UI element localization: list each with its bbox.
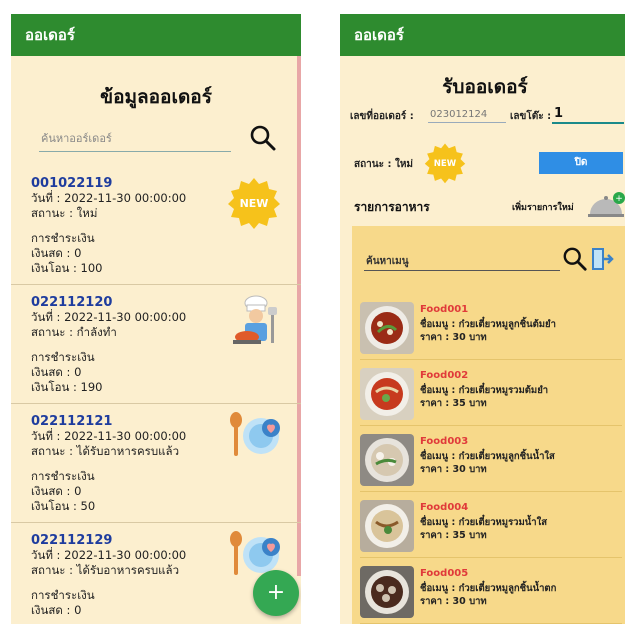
food-thumbnail [360, 368, 414, 420]
svg-text:+: + [615, 194, 623, 204]
food-code: Food002 [420, 370, 469, 381]
menu-item[interactable]: Food002 ชื่อเมนู : ก๋วยเตี๋ยวหมูรวมต้มยำ… [360, 364, 622, 426]
close-button[interactable]: ปิด [539, 152, 623, 174]
menu-item[interactable]: Food004 ชื่อเมนู : ก๋วยเตี๋ยวหมูรวมน้ำใส… [360, 496, 622, 558]
food-thumbnail [360, 434, 414, 486]
order-card[interactable]: 022112121 วันที่ : 2022-11-30 00:00:00 ส… [11, 404, 301, 523]
table-number-label: เลขโต๊ะ : [510, 111, 552, 122]
menu-item[interactable]: Food005 ชื่อเมนู : ก๋วยเตี๋ยวหมูลูกชิ้นน… [360, 562, 622, 624]
order-search-input[interactable] [39, 151, 231, 152]
food-code: Food003 [420, 436, 469, 447]
search-icon[interactable] [249, 124, 277, 156]
menu-search-placeholder: ค้นหาเมนู [366, 256, 409, 267]
plate-spoon-icon [227, 412, 283, 462]
order-card[interactable]: 022112120 วันที่ : 2022-11-30 00:00:00 ส… [11, 285, 301, 404]
food-price: ราคา : 35 บาท [420, 398, 487, 409]
order-list: 001022119 วันที่ : 2022-11-30 00:00:00 ส… [11, 166, 301, 624]
food-price: ราคา : 30 บาท [420, 464, 487, 475]
order-number-value: 023012124 [430, 109, 488, 120]
menu-panel: ค้นหาเมนู Food001 ชื่อเมนู : ก๋วยเตี๋ยวห… [352, 226, 625, 624]
food-code: Food005 [420, 568, 469, 579]
transfer-amount: เงินโอน : 190 [31, 380, 103, 394]
cash-amount: เงินสด : 0 [31, 365, 82, 379]
page-title: ข้อมูลออเดอร์ [100, 86, 212, 108]
menu-item[interactable]: Food001 ชื่อเมนู : ก๋วยเตี๋ยวหมูลูกชิ้นต… [360, 298, 622, 360]
receive-order-screen: ออเดอร์ รับออเดอร์ เลขที่ออเดอร์ : 02301… [340, 14, 625, 624]
order-search-placeholder: ค้นหาออร์เดอร์ [41, 132, 112, 145]
order-number-field[interactable] [428, 122, 506, 123]
page-title: รับออเดอร์ [442, 76, 528, 98]
food-price: ราคา : 35 บาท [420, 530, 487, 541]
food-code: Food001 [420, 304, 469, 315]
order-card[interactable]: 001022119 วันที่ : 2022-11-30 00:00:00 ส… [11, 166, 301, 285]
transfer-amount: เงินโอน : 100 [31, 261, 103, 275]
order-card[interactable]: 022112129 วันที่ : 2022-11-30 00:00:00 ส… [11, 523, 301, 624]
chef-cooking-icon [229, 293, 283, 353]
order-number-label: เลขที่ออเดอร์ : [350, 111, 414, 122]
cash-amount: เงินสด : 0 [31, 484, 82, 498]
cash-amount: เงินสด : 0 [31, 246, 82, 260]
add-order-button[interactable]: + [253, 570, 299, 616]
menu-item[interactable]: Food003 ชื่อเมนู : ก๋วยเตี๋ยวหมูลูกชิ้นน… [360, 430, 622, 492]
order-search-bar: ค้นหาออร์เดอร์ [31, 120, 281, 160]
app-bar: ออเดอร์ [11, 14, 301, 56]
food-thumbnail [360, 500, 414, 552]
food-list-title: รายการอาหาร [354, 200, 430, 214]
food-thumbnail [360, 566, 414, 618]
exit-icon[interactable] [590, 246, 614, 276]
new-badge-icon: NEW [424, 142, 466, 188]
food-price: ราคา : 30 บาท [420, 596, 487, 607]
table-number-field[interactable] [552, 122, 624, 124]
search-icon[interactable] [562, 246, 588, 276]
menu-search-input[interactable] [364, 270, 560, 271]
new-badge-text: NEW [240, 197, 269, 210]
transfer-amount: เงินโอน : 50 [31, 499, 96, 513]
food-thumbnail [360, 302, 414, 354]
table-number-value: 1 [554, 106, 564, 121]
order-status: สถานะ : ใหม่ [354, 159, 414, 170]
add-item-icon[interactable]: + [586, 190, 625, 224]
app-bar: ออเดอร์ [340, 14, 625, 56]
new-badge-icon: NEW [227, 176, 281, 234]
payment-label: การชำระเงิน [31, 469, 95, 483]
food-price: ราคา : 30 บาท [420, 332, 487, 343]
order-list-screen: ออเดอร์ ข้อมูลออเดอร์ ค้นหาออร์เดอร์ 001… [11, 14, 301, 624]
new-badge-text: NEW [434, 159, 457, 169]
food-code: Food004 [420, 502, 469, 513]
add-item-label[interactable]: เพิ่มรายการใหม่ [512, 200, 574, 214]
